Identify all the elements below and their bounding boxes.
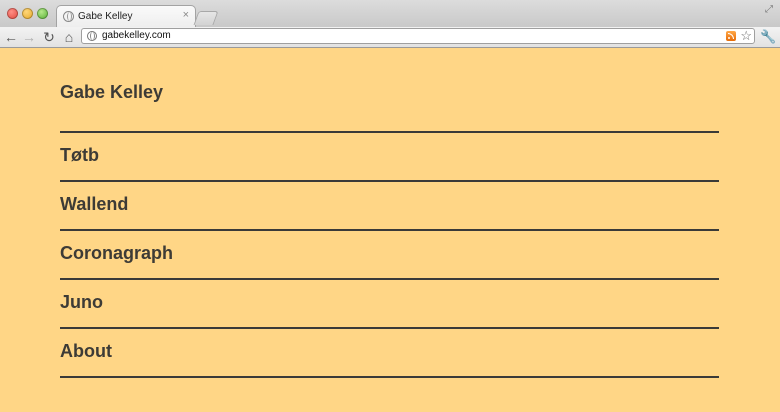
address-bar[interactable]: gabekelley.com ☆ (81, 28, 755, 44)
nav-item: Coronagraph (60, 231, 719, 280)
nav-item: About (60, 329, 719, 378)
minimize-window-button[interactable] (22, 8, 33, 19)
close-tab-icon[interactable]: × (183, 9, 189, 21)
forward-button[interactable]: → (21, 28, 37, 46)
active-tab[interactable]: Gabe Kelley × (56, 5, 196, 29)
nav-link-totb[interactable]: Tøtb (60, 145, 99, 166)
globe-icon (63, 11, 74, 22)
nav-item: Juno (60, 280, 719, 329)
nav-link-wallend[interactable]: Wallend (60, 194, 128, 215)
rss-icon[interactable] (726, 31, 736, 41)
nav-item: Tøtb (60, 133, 719, 182)
page-content: Gabe Kelley Tøtb Wallend Coronagraph Jun… (0, 48, 780, 412)
nav-link-juno[interactable]: Juno (60, 292, 103, 313)
browser-toolbar: ← → ↻ ⌂ gabekelley.com ☆ 🔧 (0, 27, 780, 48)
bookmark-star-icon[interactable]: ☆ (740, 28, 752, 44)
nav-link-coronagraph[interactable]: Coronagraph (60, 243, 173, 264)
nav-item: Wallend (60, 182, 719, 231)
nav-list: Tøtb Wallend Coronagraph Juno About (60, 131, 719, 378)
globe-icon (87, 31, 97, 41)
close-window-button[interactable] (7, 8, 18, 19)
url-text[interactable]: gabekelley.com (102, 30, 171, 41)
tab-title: Gabe Kelley (78, 11, 133, 22)
browser-window: Gabe Kelley × ⤢ ← → ↻ ⌂ gabekelley.com ☆… (0, 0, 780, 412)
tab-strip: Gabe Kelley × ⤢ (0, 0, 780, 29)
reload-button[interactable]: ↻ (41, 28, 57, 46)
nav-link-about[interactable]: About (60, 341, 112, 362)
zoom-window-button[interactable] (37, 8, 48, 19)
back-button[interactable]: ← (3, 28, 19, 46)
new-tab-button[interactable] (193, 11, 219, 25)
home-button[interactable]: ⌂ (61, 28, 77, 46)
fullscreen-icon[interactable]: ⤢ (765, 4, 773, 15)
site-title[interactable]: Gabe Kelley (60, 82, 163, 103)
wrench-icon[interactable]: 🔧 (760, 29, 776, 45)
